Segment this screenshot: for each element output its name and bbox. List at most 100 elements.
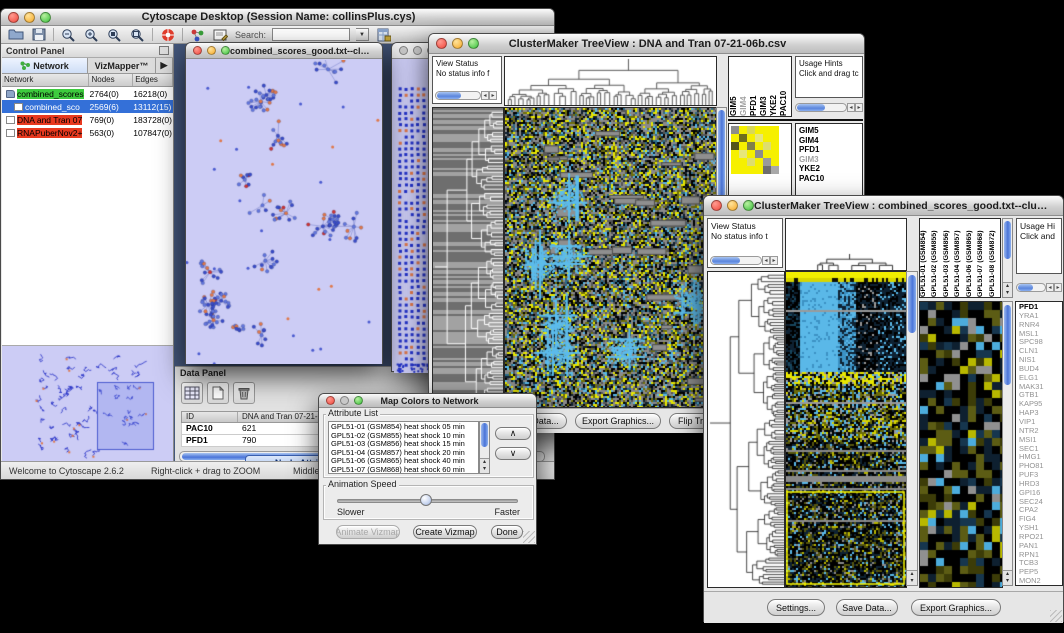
close-button[interactable]	[436, 38, 447, 49]
float-panel-icon[interactable]	[159, 46, 169, 55]
network-tree-area[interactable]	[2, 139, 173, 346]
attribute-list-item[interactable]: GPL51-07 (GSM868) heat shock 60 min	[331, 466, 478, 474]
save-data-button[interactable]: Save Data...	[836, 599, 898, 616]
cluster-matrix[interactable]	[731, 126, 779, 174]
dialog-titlebar[interactable]: Map Colors to Network	[319, 394, 536, 408]
matrix-cell	[755, 126, 763, 134]
main-titlebar[interactable]: Cytoscape Desktop (Session Name: collins…	[1, 9, 554, 26]
treeview1-status-scrollbar[interactable]: ◂▸	[435, 90, 497, 100]
column-label: PFD1	[749, 57, 759, 116]
minimize-button[interactable]	[207, 46, 216, 55]
network1-titlebar[interactable]: combined_scores_good.txt--cluste...	[186, 43, 382, 59]
treeview2-status-scrollbar[interactable]: ◂▸	[710, 255, 778, 265]
treeview1-usage-scrollbar[interactable]: ◂▸	[795, 102, 863, 112]
settings-button[interactable]: Settings...	[767, 599, 825, 616]
minimize-button[interactable]	[24, 12, 35, 23]
tab-vizmapper[interactable]: VizMapper™	[88, 58, 156, 73]
treeview2-usage-scrollbar[interactable]: ◂▸	[1016, 282, 1062, 292]
network-table-row[interactable]: RNAPuberNov2+563(0)107847(0)	[2, 126, 173, 139]
treeview2-titlebar[interactable]: ClusterMaker TreeView : combined_scores_…	[704, 196, 1063, 216]
move-down-button[interactable]: ∨	[495, 447, 531, 460]
zoom-button[interactable]	[743, 200, 754, 211]
treeview1-usage-hints: Usage Hints Click and drag tc	[795, 56, 863, 98]
treeview1-heatmap[interactable]	[504, 107, 717, 408]
open-file-icon[interactable]	[7, 27, 24, 42]
column-label: GPL51-08 (GSM872)	[989, 219, 1000, 297]
zoom-in-icon[interactable]	[83, 27, 100, 42]
treeview2-column-dendrogram[interactable]	[785, 218, 907, 271]
export-graphics-button[interactable]: Export Graphics...	[911, 599, 1001, 616]
matrix-cell	[731, 158, 739, 166]
export-graphics-button[interactable]: Export Graphics...	[575, 413, 661, 429]
slider-thumb[interactable]	[420, 494, 432, 506]
new-attribute-icon[interactable]	[207, 382, 229, 404]
move-up-button[interactable]: ∧	[495, 427, 531, 440]
close-button[interactable]	[711, 200, 722, 211]
zoom-selected-icon[interactable]	[106, 27, 123, 42]
matrix-cell	[739, 150, 747, 158]
network-table-row[interactable]: combined_sco2569(6)13112(15)	[2, 100, 173, 113]
column-label: GPL51-07 (GSM868)	[977, 219, 988, 297]
annotation-icon[interactable]	[212, 27, 229, 42]
attribute-list-scrollbar[interactable]: ▴▾	[479, 421, 490, 474]
matrix-cell	[739, 158, 747, 166]
zoom-button[interactable]	[354, 396, 363, 405]
column-header[interactable]: ID	[182, 412, 238, 422]
search-dropdown-icon[interactable]: ▼	[356, 28, 369, 41]
treeview2-collabel-scrollbar[interactable]: ▴▾	[1002, 218, 1013, 298]
create-vizmap-button[interactable]: Create Vizmap	[413, 525, 477, 539]
network1-canvas[interactable]	[186, 60, 382, 364]
treeview1-column-dendrogram[interactable]	[504, 56, 717, 106]
resize-grip[interactable]	[1050, 610, 1062, 622]
column-label: GPL51-03 (GSM856)	[943, 219, 954, 297]
treeview1-titlebar[interactable]: ClusterMaker TreeView : DNA and Tran 07-…	[429, 34, 864, 54]
zoom-button[interactable]	[221, 46, 230, 55]
birds-eye-view[interactable]	[2, 346, 172, 461]
close-button[interactable]	[193, 46, 202, 55]
column-label: GIM5	[729, 57, 739, 116]
minimize-button[interactable]	[340, 396, 349, 405]
select-attributes-icon[interactable]	[181, 382, 203, 404]
node-count: 769(0)	[90, 115, 134, 125]
network-table-header[interactable]: NetworkNodesEdges	[2, 74, 173, 87]
treeview2-global-heatmap[interactable]	[785, 271, 907, 588]
zoom-button[interactable]	[468, 38, 479, 49]
help-lifering-icon[interactable]	[159, 27, 176, 42]
dialog-title: Map Colors to Network	[363, 396, 496, 406]
column-header[interactable]: Nodes	[89, 74, 133, 86]
zoom-fit-icon[interactable]	[129, 27, 146, 42]
resize-grip[interactable]	[523, 531, 535, 543]
edge-count: 13112(15)	[133, 102, 173, 112]
column-header[interactable]: Network	[2, 74, 89, 86]
close-button[interactable]	[399, 46, 408, 55]
animate-vizmap-button[interactable]: Animate Vizmap	[336, 525, 400, 539]
network-table-row[interactable]: combined_scores2764(0)16218(0)	[2, 87, 173, 100]
folder-icon	[6, 90, 15, 98]
file-icon	[14, 103, 23, 111]
column-header[interactable]: Edges	[133, 74, 173, 86]
save-icon[interactable]	[30, 27, 47, 42]
tab-network[interactable]: Network	[2, 58, 88, 73]
treeview2-row-dendrogram[interactable]	[707, 271, 785, 588]
close-button[interactable]	[326, 396, 335, 405]
treeview2-zoom-heatmap[interactable]	[919, 301, 1003, 588]
import-table-icon[interactable]	[375, 27, 392, 42]
minimize-button[interactable]	[413, 46, 422, 55]
gene-label: GIM3	[799, 155, 862, 165]
gene-label: GIM4	[799, 136, 862, 146]
minimize-button[interactable]	[727, 200, 738, 211]
zoom-button[interactable]	[40, 12, 51, 23]
minimize-button[interactable]	[452, 38, 463, 49]
close-button[interactable]	[8, 12, 19, 23]
zoom-out-icon[interactable]	[60, 27, 77, 42]
treeview2-vscrollbar[interactable]: ▴▾	[906, 271, 918, 586]
tab-overflow-button[interactable]: ▶	[156, 58, 173, 73]
search-input[interactable]	[272, 28, 350, 41]
done-button[interactable]: Done	[491, 525, 523, 539]
view-status-title: View Status	[436, 59, 501, 69]
new-nodes-icon[interactable]	[189, 27, 206, 42]
treeview1-row-dendrogram[interactable]	[432, 107, 504, 408]
network-table-row[interactable]: DNA and Tran 07769(0)183728(0)	[2, 113, 173, 126]
delete-attribute-icon[interactable]	[233, 382, 255, 404]
treeview2-zoom-scrollbar[interactable]: ▴▾	[1002, 301, 1013, 586]
